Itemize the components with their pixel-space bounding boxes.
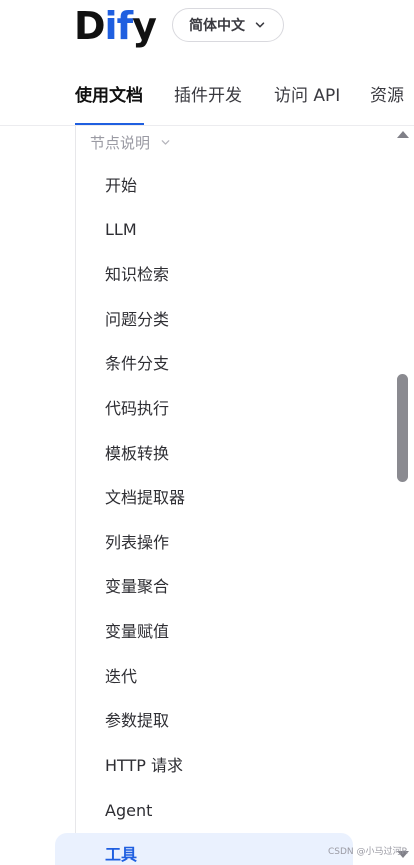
scroll-up-arrow-icon[interactable] xyxy=(397,131,409,138)
sidebar-item-knowledge[interactable]: 知识检索 xyxy=(105,263,169,287)
scroll-thumb[interactable] xyxy=(397,374,408,482)
sidebar-item-template[interactable]: 模板转换 xyxy=(105,442,169,466)
nav-section-node-docs[interactable]: 节点说明 xyxy=(90,130,171,154)
tab-api[interactable]: 访问 API xyxy=(274,84,340,108)
language-selector[interactable]: 简体中文 xyxy=(172,8,284,42)
language-label: 简体中文 xyxy=(189,18,245,34)
docs-page: Dify 简体中文 使用文档 插件开发 访问 API 资源 节点说明 开始 LL… xyxy=(0,0,414,865)
logo-letter-f: f xyxy=(116,4,134,48)
active-tab-indicator xyxy=(75,123,144,125)
sidebar-item-list-operator[interactable]: 列表操作 xyxy=(105,531,169,555)
scrollbar[interactable] xyxy=(396,126,410,865)
logo-letter-i: i xyxy=(104,4,118,48)
sidebar-item-iteration[interactable]: 迭代 xyxy=(105,665,137,689)
sidebar-item-param-extractor[interactable]: 参数提取 xyxy=(105,709,169,733)
top-tabs: 使用文档 插件开发 访问 API 资源 xyxy=(0,64,414,126)
sidebar-item-var-assigner[interactable]: 变量赋值 xyxy=(105,620,169,644)
active-item-highlight xyxy=(55,833,353,865)
sidebar-item-start[interactable]: 开始 xyxy=(105,174,137,198)
sidebar-item-var-aggregator[interactable]: 变量聚合 xyxy=(105,575,169,599)
dify-logo[interactable]: Dify xyxy=(74,4,157,48)
sidebar-nav: 节点说明 开始 LLM 知识检索 问题分类 条件分支 代码执行 模板转换 文档提… xyxy=(0,126,396,865)
tab-plugin-dev[interactable]: 插件开发 xyxy=(174,84,242,108)
chevron-down-icon xyxy=(255,22,265,28)
tab-resources[interactable]: 资源 xyxy=(370,84,404,108)
tab-docs[interactable]: 使用文档 xyxy=(75,84,143,108)
sidebar-item-llm[interactable]: LLM xyxy=(105,218,137,242)
sidebar-item-if-else[interactable]: 条件分支 xyxy=(105,352,169,376)
site-header: Dify 简体中文 xyxy=(0,0,414,64)
sidebar-item-code[interactable]: 代码执行 xyxy=(105,397,169,421)
sidebar-item-agent[interactable]: Agent xyxy=(105,799,152,823)
nav-rail xyxy=(75,126,76,865)
sidebar-item-http-request[interactable]: HTTP 请求 xyxy=(105,754,183,778)
sidebar-item-tools[interactable]: 工具 xyxy=(105,843,137,865)
logo-letter-y: y xyxy=(132,4,157,48)
nav-section-label: 节点说明 xyxy=(90,133,151,152)
chevron-down-icon xyxy=(161,139,170,145)
watermark: CSDN @小马过河R xyxy=(328,847,408,857)
sidebar-item-classifier[interactable]: 问题分类 xyxy=(105,308,169,332)
logo-letter-d: D xyxy=(74,4,106,48)
sidebar-item-doc-extractor[interactable]: 文档提取器 xyxy=(105,486,185,510)
